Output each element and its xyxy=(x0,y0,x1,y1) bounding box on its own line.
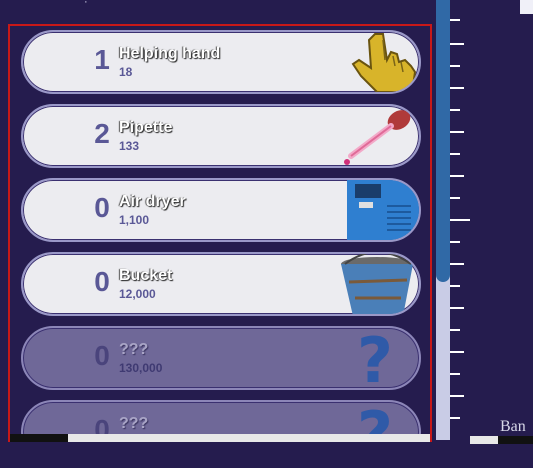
top-glyph: · xyxy=(84,0,88,8)
item-price: 18 xyxy=(119,65,133,79)
pointing-hand-icon xyxy=(351,33,417,92)
store-panel: 1 Helping hand 18 2 Pipette 133 0 Air dr… xyxy=(8,24,432,442)
air-dryer-icon xyxy=(347,180,419,240)
scrollbar-thumb[interactable] xyxy=(436,0,450,282)
item-count: 0 xyxy=(94,266,110,297)
item-name: ??? xyxy=(119,415,149,432)
item-name: Pipette xyxy=(119,119,173,136)
tick-ruler xyxy=(450,19,470,419)
item-count: 0 xyxy=(94,192,110,223)
item-count: 2 xyxy=(94,118,110,149)
item-price: 133 xyxy=(119,139,140,153)
item-price: 12,000 xyxy=(119,287,156,301)
bottom-bar-dark xyxy=(10,434,68,442)
store-item-helping-hand[interactable]: 1 Helping hand 18 xyxy=(21,30,421,94)
bottom-right-dark xyxy=(498,436,533,444)
top-strip: · xyxy=(0,0,450,22)
item-name: Air dryer xyxy=(119,193,186,210)
store-item-locked[interactable]: 0 ??? 130,000 ? xyxy=(21,326,421,390)
corner-patch xyxy=(520,0,533,14)
item-price: 130,000 xyxy=(119,361,163,375)
svg-text:?: ? xyxy=(357,328,393,388)
item-count: 1 xyxy=(94,44,110,75)
item-name: Helping hand xyxy=(119,45,221,62)
item-count: 0 xyxy=(94,340,110,371)
store-item-air-dryer[interactable]: 0 Air dryer 1,100 xyxy=(21,178,421,242)
store-item-pipette[interactable]: 2 Pipette 133 xyxy=(21,104,421,168)
pipette-icon xyxy=(344,110,411,165)
bottom-bar xyxy=(10,434,430,442)
item-name: Bucket xyxy=(119,267,173,284)
item-name: ??? xyxy=(119,341,149,358)
store-item-bucket[interactable]: 0 Bucket 12,000 xyxy=(21,252,421,316)
bucket-icon xyxy=(341,254,413,314)
side-label: Ban xyxy=(500,418,526,435)
question-mark-icon: ? xyxy=(357,328,393,388)
item-price: 1,100 xyxy=(119,213,150,227)
